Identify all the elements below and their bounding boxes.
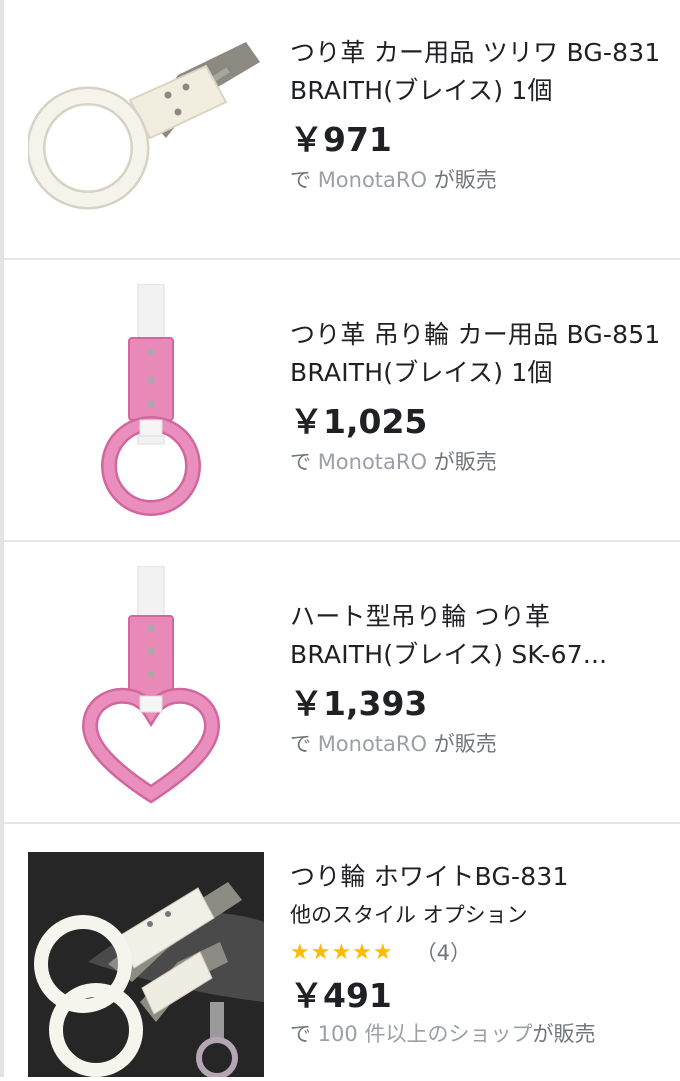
product-image-2[interactable] [28,283,268,524]
rating-row[interactable]: ★★★★★ （4） [290,938,668,968]
product-seller-4: で 100 件以上のショップが販売 [290,1022,596,1046]
product-card-3[interactable]: ハート型吊り輪 つり革 BRAITH(ブレイス) SK-67... ￥1,393… [4,542,680,822]
product-title-3-line2[interactable]: BRAITH(ブレイス) SK-67... [290,636,668,674]
product-title-2[interactable]: つり革 吊り輪 カー用品 BG-851 BRAITH(ブレイス) 1個 [290,316,668,392]
pink-heart-strap-icon [81,565,221,804]
product-seller-3: で MonotaRO が販売 [290,732,497,756]
product-title-1[interactable]: つり革 カー用品 ツリワ BG-831 BRAITH(ブレイス) 1個 [290,34,668,110]
review-count: （4） [415,941,471,965]
product-card-2[interactable]: つり革 吊り輪 カー用品 BG-851 BRAITH(ブレイス) 1個 ￥1,0… [4,260,680,540]
product-title-3[interactable]: ハート型吊り輪 つり革 [290,598,668,636]
rating-stars-icon: ★★★★★ [290,940,394,965]
product-price-1: ￥971 [290,120,392,159]
product-price-2: ￥1,025 [290,402,428,441]
product-price-4: ￥491 [290,976,392,1015]
product-title-4[interactable]: つり輪 ホワイトBG-831 [290,858,668,896]
product-image-3[interactable] [28,565,268,806]
product-image-4[interactable] [28,852,268,1079]
style-options-link[interactable]: 他のスタイル オプション [290,900,668,930]
product-image-1[interactable] [26,20,268,220]
product-card-4[interactable]: つり輪 ホワイトBG-831 他のスタイル オプション ★★★★★ （4） ￥4… [4,824,680,1079]
pink-strap-ring-icon [101,283,201,516]
product-seller-1: で MonotaRO が販売 [290,168,497,192]
white-rings-photo-icon [28,852,264,1079]
product-price-3: ￥1,393 [290,684,428,723]
white-strap-ring-icon [26,42,260,210]
product-card-1[interactable]: つり革 カー用品 ツリワ BG-831 BRAITH(ブレイス) 1個 ￥971… [4,0,680,258]
product-seller-2: で MonotaRO が販売 [290,450,497,474]
